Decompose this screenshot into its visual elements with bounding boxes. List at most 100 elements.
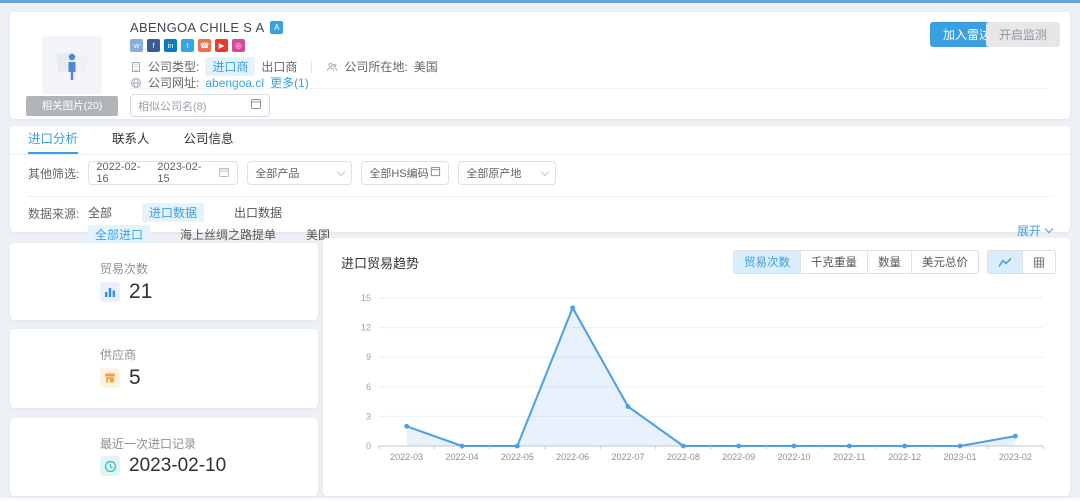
metric-tab-trade-count[interactable]: 贸易次数	[733, 250, 801, 274]
product-select[interactable]: 全部产品	[247, 161, 352, 185]
youtube-icon[interactable]: ▶	[215, 39, 228, 52]
weibo-icon[interactable]: w	[130, 39, 143, 52]
person-icon	[55, 45, 89, 85]
data-point[interactable]	[626, 404, 631, 409]
start-monitor-button[interactable]: 开启监测	[986, 22, 1060, 47]
dotted-divider	[130, 88, 1046, 89]
data-point[interactable]	[792, 444, 797, 449]
tab-import-analysis[interactable]: 进口分析	[28, 126, 78, 154]
location-value: 美国	[414, 58, 438, 75]
metric-tab-quantity[interactable]: 数量	[867, 250, 912, 274]
data-point[interactable]	[681, 444, 686, 449]
chevron-down-icon	[1045, 225, 1053, 233]
facebook-icon[interactable]: f	[147, 39, 160, 52]
source-suboption-maritime-silk-road-bol[interactable]: 海上丝绸之路提单	[180, 226, 276, 243]
source-option-export-data[interactable]: 出口数据	[234, 204, 282, 221]
panel-icon	[250, 98, 262, 113]
data-point[interactable]	[847, 444, 852, 449]
stat-value: 5	[129, 366, 141, 390]
table-icon	[1033, 257, 1045, 268]
area-fill	[407, 308, 1016, 446]
expand-label: 展开	[1017, 222, 1041, 239]
calendar-icon	[218, 166, 230, 181]
line-chart-icon	[998, 257, 1012, 268]
data-point[interactable]	[404, 424, 409, 429]
social-icons-row: wfint ☎ ▶ ◎	[130, 39, 245, 52]
bar-chart-icon	[100, 282, 120, 302]
company-header-card: 相关图片(20) ABENGOA CHILE S A A wfint ☎ ▶ ◎ 公司…	[10, 12, 1070, 119]
data-source-label: 数据来源:	[28, 205, 79, 222]
x-tick-label: 2022-07	[611, 452, 644, 462]
data-point[interactable]	[736, 444, 741, 449]
clock-icon	[100, 456, 120, 476]
company-avatar[interactable]: 相关图片(20)	[26, 34, 118, 116]
company-type-exporter[interactable]: 出口商	[261, 58, 297, 75]
translate-icon[interactable]: A	[270, 21, 283, 34]
origin-select[interactable]: 全部原产地	[458, 161, 556, 185]
metric-tab-usd-total[interactable]: 美元总价	[911, 250, 979, 274]
x-tick-label: 2022-03	[390, 452, 423, 462]
globe-icon	[130, 77, 142, 89]
x-tick-label: 2022-06	[556, 452, 589, 462]
chart-controls: 贸易次数千克重量数量美元总价	[733, 250, 1056, 274]
linkedin-icon[interactable]: in	[164, 39, 177, 52]
x-tick-label: 2022-05	[501, 452, 534, 462]
expand-link[interactable]: 展开	[1017, 222, 1052, 239]
hs-code-value: 全部HS编码	[369, 165, 428, 181]
data-source-options: 全部 进口数据 出口数据	[88, 203, 312, 222]
location-label: 公司所在地:	[344, 58, 407, 75]
y-tick-label: 0	[366, 441, 371, 451]
phone-icon[interactable]: ☎	[198, 39, 211, 52]
building-icon	[130, 61, 142, 73]
hs-code-select[interactable]: 全部HS编码	[361, 161, 449, 185]
other-filter-label: 其他筛选:	[28, 165, 79, 182]
line-chart-toggle[interactable]	[987, 250, 1023, 274]
twitter-icon[interactable]: t	[181, 39, 194, 52]
dotted-divider	[28, 196, 1052, 197]
data-point[interactable]	[902, 444, 907, 449]
y-tick-label: 3	[366, 411, 371, 421]
company-name: ABENGOA CHILE S A	[130, 20, 264, 35]
metric-tab-kg-weight[interactable]: 千克重量	[800, 250, 868, 274]
people-icon	[326, 61, 338, 73]
x-tick-label: 2022-09	[722, 452, 755, 462]
filter-row: 其他筛选: 2022-02-16 2023-02-15 全部产品 全部HS编码 …	[28, 161, 556, 185]
data-point[interactable]	[958, 444, 963, 449]
stat-card-trade-count: 贸易次数 21	[10, 243, 318, 320]
data-point[interactable]	[515, 444, 520, 449]
table-view-toggle[interactable]	[1022, 250, 1056, 274]
top-accent-bar	[0, 0, 1080, 3]
date-range-input[interactable]: 2022-02-16 2023-02-15	[88, 161, 238, 185]
metric-toggle-group: 贸易次数千克重量数量美元总价	[733, 250, 979, 274]
tab-company-info[interactable]: 公司信息	[184, 126, 234, 154]
avatar-placeholder-image	[42, 36, 102, 94]
stat-label: 贸易次数	[100, 260, 148, 277]
related-images-label[interactable]: 相关图片(20)	[26, 96, 118, 116]
x-tick-label: 2023-02	[999, 452, 1032, 462]
similar-company-input[interactable]: 相似公司名(8)	[130, 94, 270, 117]
data-point[interactable]	[460, 444, 465, 449]
data-point[interactable]	[1013, 434, 1018, 439]
x-tick-label: 2022-10	[777, 452, 810, 462]
tab-contacts[interactable]: 联系人	[112, 126, 150, 154]
company-type-label: 公司类型:	[148, 58, 199, 75]
date-end: 2023-02-15	[157, 161, 208, 185]
source-option-import-data[interactable]: 进口数据	[142, 203, 204, 222]
x-tick-label: 2022-12	[888, 452, 921, 462]
trend-line-chart: 036912152022-032022-042022-052022-062022…	[343, 284, 1050, 484]
data-point[interactable]	[570, 305, 575, 310]
trend-chart-svg: 036912152022-032022-042022-052022-062022…	[343, 284, 1050, 474]
source-suboption-all-import[interactable]: 全部进口	[88, 225, 150, 244]
product-select-value: 全部产品	[255, 165, 299, 181]
chevron-down-icon	[337, 167, 345, 175]
source-option-all[interactable]: 全部	[88, 204, 112, 221]
instagram-icon[interactable]: ◎	[232, 39, 245, 52]
analysis-panel-card: 进口分析 联系人 公司信息 其他筛选: 2022-02-16 2023-02-15 …	[10, 126, 1070, 232]
x-tick-label: 2022-11	[833, 452, 865, 462]
x-tick-label: 2022-08	[667, 452, 700, 462]
stat-label: 供应商	[100, 346, 136, 363]
similar-company-placeholder: 相似公司名(8)	[138, 98, 206, 114]
tabs-row: 进口分析 联系人 公司信息	[10, 126, 1070, 155]
date-start: 2022-02-16	[96, 161, 147, 185]
y-tick-label: 12	[361, 323, 371, 333]
